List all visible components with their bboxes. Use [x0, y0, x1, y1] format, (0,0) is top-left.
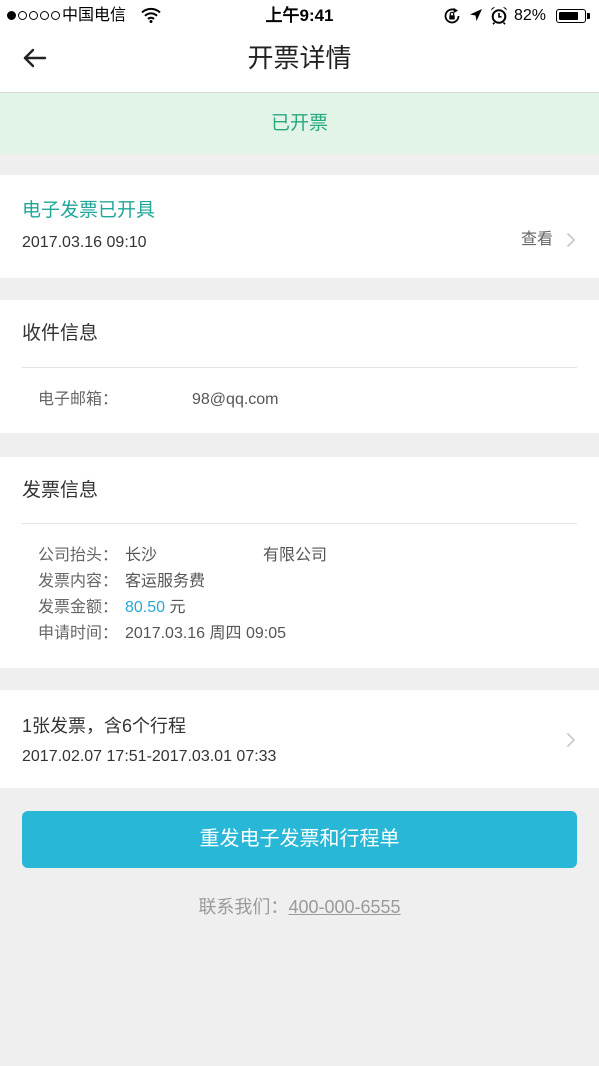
company-title-suffix: 有限公司 [263, 547, 328, 564]
invoice-info-heading: 发票信息 [22, 480, 99, 501]
invoice-detail-screen: 中国电信 上午9:41 82% 开票详情 已开票 电子发票已开具 2017.03… [0, 0, 599, 1066]
recipient-info-heading: 收件信息 [22, 323, 99, 344]
company-title-label: 公司抬头： [38, 547, 119, 564]
contact-phone-link[interactable]: 400-000-6555 [288, 897, 400, 917]
divider [22, 367, 577, 368]
chevron-right-icon [566, 232, 576, 248]
recipient-info-card: 收件信息 电子邮箱： 98@qq.com [0, 300, 599, 433]
invoice-content-value: 客运服务费 [125, 573, 206, 590]
email-label: 电子邮箱： [38, 391, 119, 408]
e-invoice-title: 电子发票已开具 [22, 200, 156, 221]
trips-card[interactable]: 1张发票，含6个行程 2017.02.07 17:51-2017.03.01 0… [0, 690, 599, 788]
invoice-amount-value: 80.50 [125, 599, 166, 616]
e-invoice-datetime: 2017.03.16 09:10 [22, 234, 147, 251]
location-arrow-icon [470, 9, 482, 21]
battery-icon [556, 9, 590, 23]
rotation-lock-icon [444, 7, 460, 24]
status-bar: 中国电信 上午9:41 82% [0, 0, 599, 32]
invoice-info-card: 发票信息 公司抬头： 长沙 有限公司 发票内容： 客运服务费 发票金额： 80.… [0, 457, 599, 668]
invoice-content-label: 发票内容： [38, 573, 119, 590]
view-invoice-link[interactable]: 查看 [521, 230, 553, 250]
battery-terminal [587, 13, 590, 19]
battery-fill-level [558, 11, 579, 20]
invoice-amount-value-group: 80.50 元 [125, 598, 186, 618]
chevron-right-icon [566, 732, 576, 748]
email-value: 98@qq.com [192, 391, 279, 408]
resend-invoice-button[interactable]: 重发电子发票和行程单 [22, 811, 577, 868]
invoice-amount-label: 发票金额： [38, 599, 119, 616]
navigation-bar: 开票详情 [0, 32, 599, 93]
trips-date-range: 2017.02.07 17:51-2017.03.01 07:33 [22, 748, 277, 765]
divider [22, 523, 577, 524]
clock-time: 上午9:41 [265, 6, 334, 25]
invoice-status-text: 已开票 [270, 113, 328, 134]
page-title: 开票详情 [247, 43, 352, 73]
contact-label: 联系我们： [198, 897, 289, 917]
battery-percentage: 82% [514, 7, 547, 24]
contact-us: 联系我们：400-000-6555 [0, 895, 599, 919]
apply-time-label: 申请时间： [38, 625, 119, 642]
battery-body [556, 9, 586, 23]
alarm-clock-icon [491, 7, 507, 25]
trips-summary: 1张发票，含6个行程 [22, 716, 187, 736]
invoice-amount-unit: 元 [169, 599, 186, 616]
apply-time-value: 2017.03.16 周四 09:05 [125, 625, 287, 642]
invoice-status-banner: 已开票 [0, 93, 599, 154]
company-title-value: 长沙 [125, 547, 158, 564]
e-invoice-card[interactable]: 电子发票已开具 2017.03.16 09:10 查看 [0, 175, 599, 278]
